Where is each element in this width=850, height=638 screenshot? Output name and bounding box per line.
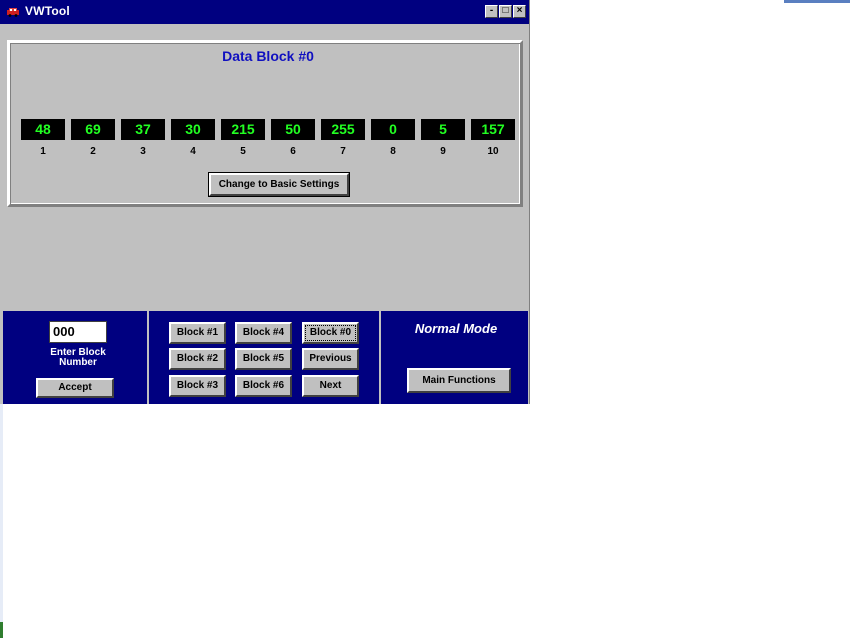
value-index: 1 (40, 146, 46, 157)
panel-divider (147, 311, 149, 404)
desktop-fragment (0, 622, 3, 638)
value-index: 7 (340, 146, 346, 157)
data-block-frame: Data Block #0 48 69 37 30 215 50 255 0 5… (7, 40, 523, 207)
desktop-fragment (784, 0, 850, 3)
value-cell: 30 (171, 119, 215, 140)
value-cell: 48 (21, 119, 65, 140)
data-block-title: Data Block #0 (222, 48, 314, 64)
value-cell: 5 (421, 119, 465, 140)
value-cell: 255 (321, 119, 365, 140)
block-number-input[interactable]: 000 (49, 321, 107, 343)
value-cell: 69 (71, 119, 115, 140)
change-to-basic-settings-button[interactable]: Change to Basic Settings (208, 172, 350, 197)
vwtool-window: VWTool - □ × Data Block #0 48 69 37 30 2… (0, 0, 530, 404)
panel-divider (379, 311, 381, 404)
enter-label-line2: Number (59, 357, 97, 368)
value-index: 9 (440, 146, 446, 157)
value-index: 10 (487, 146, 499, 157)
block-2-button[interactable]: Block #2 (169, 348, 226, 370)
car-icon (7, 8, 19, 17)
value-index: 6 (290, 146, 296, 157)
close-button[interactable]: × (513, 5, 526, 18)
enter-block-number-label: Enter Block Number (33, 348, 123, 368)
value-index: 4 (190, 146, 196, 157)
control-panel: 000 Enter Block Number Accept Block #1 B… (3, 311, 528, 404)
desktop-edge (0, 404, 3, 638)
block-3-button[interactable]: Block #3 (169, 375, 226, 397)
maximize-button[interactable]: □ (499, 5, 512, 18)
previous-button[interactable]: Previous (302, 348, 359, 370)
mode-label: Normal Mode (414, 321, 498, 336)
value-cell: 215 (221, 119, 265, 140)
value-index: 8 (390, 146, 396, 157)
value-cell: 37 (121, 119, 165, 140)
value-index: 5 (240, 146, 246, 157)
value-index: 2 (90, 146, 96, 157)
block-6-button[interactable]: Block #6 (235, 375, 292, 397)
value-index: 3 (140, 146, 146, 157)
block-5-button[interactable]: Block #5 (235, 348, 292, 370)
value-cell: 157 (471, 119, 515, 140)
main-functions-button[interactable]: Main Functions (407, 368, 511, 393)
accept-button[interactable]: Accept (36, 378, 114, 398)
block-0-button[interactable]: Block #0 (302, 322, 359, 344)
value-cell: 50 (271, 119, 315, 140)
block-1-button[interactable]: Block #1 (169, 322, 226, 344)
title-bar[interactable]: VWTool - □ × (0, 0, 529, 24)
window-title: VWTool (25, 4, 70, 18)
block-4-button[interactable]: Block #4 (235, 322, 292, 344)
minimize-button[interactable]: - (485, 5, 498, 18)
next-button[interactable]: Next (302, 375, 359, 397)
value-cell: 0 (371, 119, 415, 140)
